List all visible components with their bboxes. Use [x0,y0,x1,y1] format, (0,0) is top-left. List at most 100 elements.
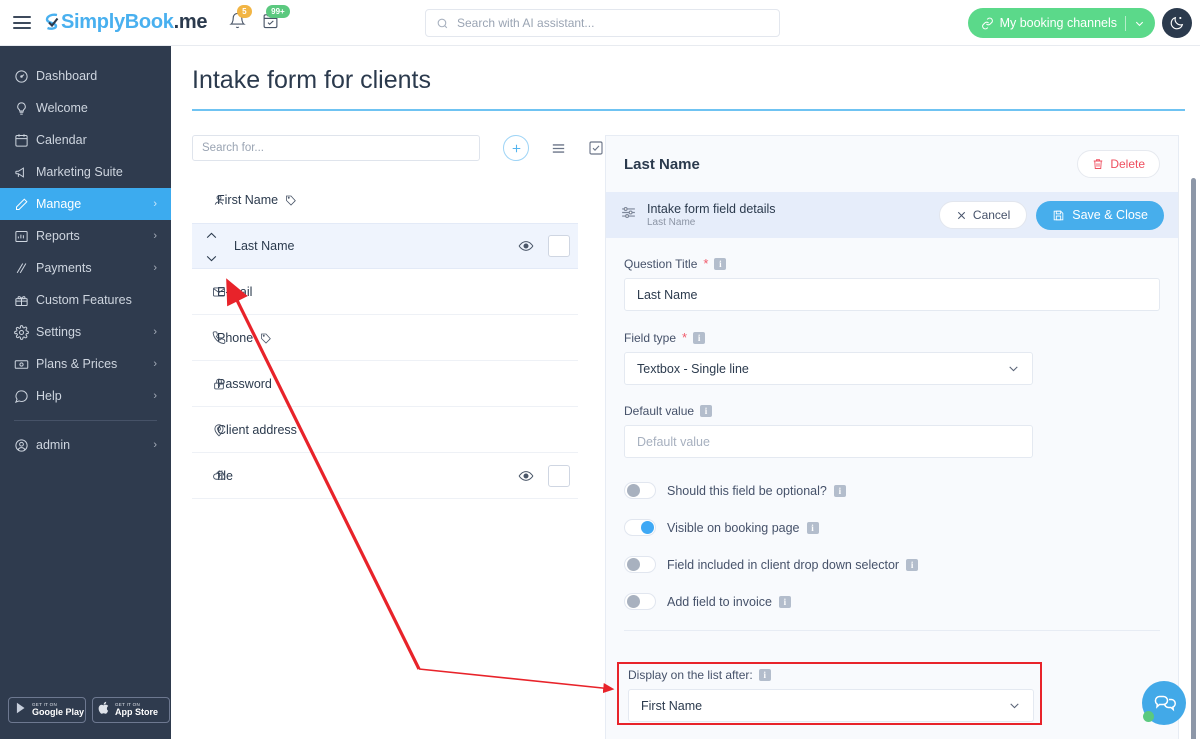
app-store-button[interactable]: GET IT ON App Store [92,697,170,723]
envelope-icon [212,285,226,299]
brand-logo[interactable]: SimplyBook .me [45,11,207,34]
cancel-label: Cancel [972,208,1011,222]
field-list-row-last-name[interactable]: Last Name [192,223,578,269]
required-marker: * [682,330,688,345]
sidebar-item-marketing-suite[interactable]: Marketing Suite [0,156,171,188]
chevron-right-icon: › [153,198,157,210]
sidebar-item-calendar[interactable]: Calendar [0,124,171,156]
info-icon[interactable]: i [778,595,791,608]
field-list-row-client-address[interactable]: Client address [192,407,578,453]
reorder-list-button[interactable] [550,140,567,157]
brand-name-second: .me [173,11,208,33]
sidebar-item-reports[interactable]: Reports › [0,220,171,252]
app-store-label: App Store [115,707,159,718]
toggle-add-field-to-invoice[interactable] [624,593,656,610]
panel-subheader: Intake form field details Last Name Canc… [606,192,1178,238]
info-icon[interactable]: i [693,331,706,344]
main-content: Intake form for clients Search for... Fi… [171,46,1200,739]
search-input[interactable]: Search with AI assistant... [425,9,780,37]
lock-icon [212,377,226,391]
sidebar-item-plans-prices[interactable]: Plans & Prices › [0,348,171,380]
field-row-checkbox[interactable] [548,235,570,257]
field-row-checkbox[interactable] [548,464,570,487]
checkbox-checked-icon [589,141,603,155]
info-icon[interactable]: i [833,484,846,497]
vertical-scrollbar[interactable] [1191,178,1196,739]
field-list-row-file[interactable]: file [192,453,578,499]
field-search-input[interactable]: Search for... [192,135,480,161]
title-underline [192,109,1185,111]
question-title-input[interactable]: Last Name [624,278,1160,311]
chevron-down-icon [1010,703,1019,709]
apple-icon [98,701,111,720]
info-icon[interactable]: i [806,521,819,534]
field-type-value: Textbox - Single line [637,361,749,376]
hamburger-icon[interactable] [13,16,31,29]
display-after-select[interactable]: First Name [628,689,1034,722]
field-search-placeholder: Search for... [202,142,265,154]
sidebar-item-account[interactable]: admin › [0,429,171,461]
toggle-visible-on-booking-page[interactable] [624,519,656,536]
info-icon[interactable]: i [700,405,713,417]
sidebar-divider [14,420,157,421]
notifications-bell[interactable]: 5 [229,4,252,34]
field-list-row-email[interactable]: E-mail [192,269,578,315]
move-up-button[interactable] [205,231,218,240]
eye-icon[interactable] [518,468,534,484]
info-icon[interactable]: i [906,558,919,571]
toggle-optional-row: Should this field be optional? i [624,482,1160,499]
my-booking-channels-button[interactable]: My booking channels [967,8,1155,38]
dark-mode-toggle[interactable] [1162,8,1192,38]
chevron-right-icon: › [153,326,157,338]
sidebar-item-payments[interactable]: Payments › [0,252,171,284]
plus-icon [512,144,520,152]
field-list: First Name Last Name E-mail Phone Passwo… [192,177,578,499]
sidebar-item-dashboard[interactable]: Dashboard [0,60,171,92]
default-value-placeholder: Default value [637,434,710,449]
online-status-dot [1143,711,1154,722]
gear-icon [14,324,36,340]
chat-bubbles-icon [1154,695,1176,712]
chevron-down-icon [1135,21,1144,26]
select-all-button[interactable] [588,140,604,156]
search-icon [437,18,448,28]
field-list-label: Client address [217,422,297,437]
field-list-row-first-name[interactable]: First Name [192,177,578,223]
panel-subheader-subtitle: Last Name [647,217,696,228]
page-title: Intake form for clients [192,66,431,94]
trash-icon [1094,159,1103,169]
sidebar-item-manage[interactable]: Manage › [0,188,171,220]
calendar-notifications[interactable]: 99+ [262,4,290,34]
info-icon[interactable]: i [714,257,727,270]
sidebar-item-help[interactable]: Help › [0,380,171,412]
default-value-label: Default value [624,404,695,418]
field-row-controls [518,464,570,487]
toggle-invoice-row: Add field to invoice i [624,593,1160,610]
display-after-label-row: Display on the list after: i [628,668,1032,682]
add-field-button[interactable] [503,135,529,161]
phone-icon [212,330,226,345]
toggle-client-dropdown[interactable] [624,556,656,573]
sidebar-item-label: Custom Features [36,293,132,307]
chat-widget-button[interactable] [1142,681,1186,725]
sidebar-item-custom-features[interactable]: Custom Features [0,284,171,316]
chevron-down-icon [1009,366,1018,372]
field-row-controls [518,235,570,257]
sidebar-item-settings[interactable]: Settings › [0,316,171,348]
field-type-select[interactable]: Textbox - Single line [624,352,1033,385]
save-and-close-button[interactable]: Save & Close [1036,200,1164,230]
sidebar-item-welcome[interactable]: Welcome [0,92,171,124]
sidebar-item-label: Calendar [36,133,87,147]
eye-icon[interactable] [518,238,534,254]
google-play-button[interactable]: GET IT ON Google Play [8,697,86,723]
default-value-input[interactable]: Default value [624,425,1033,458]
field-list-row-password[interactable]: Password [192,361,578,407]
calendar-icon [14,133,36,148]
sidebar-item-label: Reports [36,229,80,243]
field-list-row-phone[interactable]: Phone [192,315,578,361]
cancel-button[interactable]: Cancel [938,201,1028,229]
move-down-button[interactable] [205,254,218,263]
toggle-optional[interactable] [624,482,656,499]
info-icon[interactable]: i [758,669,771,681]
delete-button[interactable]: Delete [1077,150,1160,178]
